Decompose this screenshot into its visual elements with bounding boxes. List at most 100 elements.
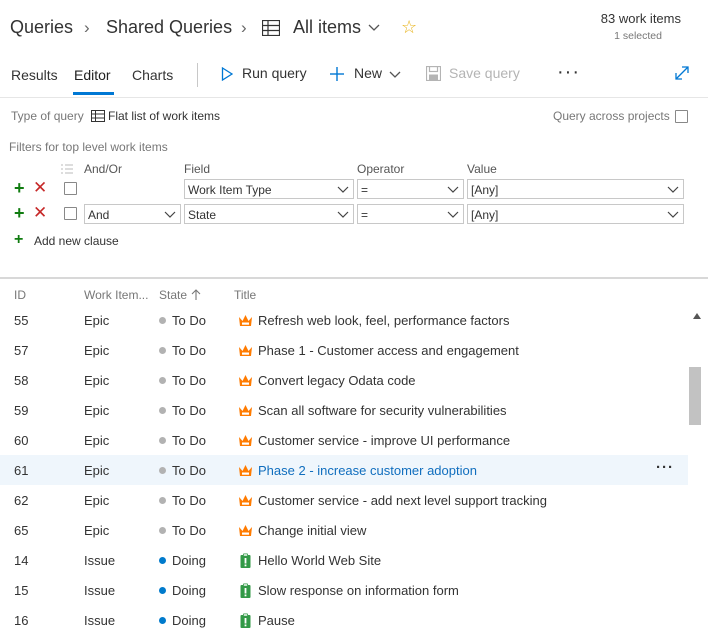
toolbar: Results Editor Charts Run query New Save… <box>0 56 708 96</box>
table-row[interactable]: 55 Epic To Do Refresh web look, feel, perfo… <box>0 305 688 335</box>
breadcrumb-queries[interactable]: Queries <box>10 17 73 38</box>
state-dot <box>159 377 166 384</box>
table-row[interactable]: 65 Epic To Do Change initial view <box>0 515 688 545</box>
clipboard-icon <box>238 553 253 568</box>
work-item-title[interactable]: Refresh web look, feel, performance fact… <box>258 313 509 328</box>
operator-select[interactable]: = <box>357 179 464 199</box>
more-actions-button[interactable]: ··· <box>557 61 580 84</box>
work-item-type: Issue <box>84 553 116 568</box>
remove-clause-icon[interactable]: ✕ <box>33 179 47 196</box>
tab-results[interactable]: Results <box>11 67 58 83</box>
clause-checkbox[interactable] <box>64 207 77 220</box>
value-select[interactable]: [Any] <box>467 179 684 199</box>
work-item-type: Epic <box>84 373 110 388</box>
work-item-title[interactable]: Hello World Web Site <box>258 553 381 568</box>
work-item-type-column-header[interactable]: Work Item... <box>84 288 148 302</box>
work-item-state: To Do <box>172 463 206 478</box>
work-item-state: To Do <box>172 403 206 418</box>
work-item-title[interactable]: Phase 2 - increase customer adoption <box>258 463 477 478</box>
crown-icon <box>238 463 253 478</box>
filters-title: Filters for top level work items <box>9 140 168 154</box>
work-item-title[interactable]: Slow response on information form <box>258 583 459 598</box>
work-item-title[interactable]: Scan all software for security vulnerabi… <box>258 403 507 418</box>
id-column-header[interactable]: ID <box>14 288 26 302</box>
run-query-label: Run query <box>242 65 307 81</box>
star-icon[interactable]: ☆ <box>401 17 417 38</box>
table-row[interactable]: 61 Epic To Do Phase 2 - increase customer a… <box>0 455 688 485</box>
scroll-up-icon[interactable] <box>693 313 701 319</box>
work-item-type: Epic <box>84 343 110 358</box>
field-select[interactable]: Work Item Type <box>184 179 354 199</box>
field-select[interactable]: State <box>184 204 354 224</box>
table-row[interactable]: 57 Epic To Do Phase 1 - Customer access and… <box>0 335 688 365</box>
work-item-type: Epic <box>84 403 110 418</box>
chevron-down-icon[interactable] <box>368 24 380 32</box>
title-column-header[interactable]: Title <box>234 288 256 302</box>
state-dot <box>159 317 166 324</box>
work-item-title[interactable]: Customer service - improve UI performanc… <box>258 433 510 448</box>
plus-icon <box>330 67 344 81</box>
table-row[interactable]: 14 Issue Doing Hello World Web Site <box>0 545 688 575</box>
toolbar-separator <box>0 97 708 98</box>
work-item-title[interactable]: Convert legacy Odata code <box>258 373 416 388</box>
table-row[interactable]: 60 Epic To Do Customer service - improve UI… <box>0 425 688 455</box>
remove-clause-icon[interactable]: ✕ <box>33 204 47 221</box>
tab-charts[interactable]: Charts <box>132 67 173 83</box>
work-item-id: 57 <box>14 343 29 358</box>
and-or-select[interactable]: And <box>84 204 181 224</box>
group-clauses-icon[interactable] <box>61 164 73 174</box>
scrollbar-thumb[interactable] <box>689 367 701 425</box>
operator-select[interactable]: = <box>357 204 464 224</box>
table-row[interactable]: 58 Epic To Do Convert legacy Odata code <box>0 365 688 395</box>
state-dot <box>159 467 166 474</box>
crown-icon <box>238 523 253 538</box>
work-item-title[interactable]: Change initial view <box>258 523 366 538</box>
state-dot <box>159 407 166 414</box>
row-more-actions-button[interactable]: ··· <box>656 459 674 476</box>
table-row[interactable]: 15 Issue Doing Slow response on information… <box>0 575 688 605</box>
value-select-value: [Any] <box>471 208 499 222</box>
query-type-label: Type of query <box>11 109 84 123</box>
query-type-selector[interactable]: Flat list of work items <box>108 109 220 123</box>
clause-checkbox[interactable] <box>64 182 77 195</box>
state-dot <box>159 557 166 564</box>
work-item-state: To Do <box>172 493 206 508</box>
work-item-title[interactable]: Phase 1 - Customer access and engagement <box>258 343 519 358</box>
work-item-state: Doing <box>172 613 206 628</box>
crown-icon <box>238 313 253 328</box>
field-select-value: Work Item Type <box>188 183 272 197</box>
work-item-title[interactable]: Pause <box>258 613 295 628</box>
tab-editor[interactable]: Editor <box>74 67 111 83</box>
crown-icon <box>238 373 253 388</box>
and-or-column-header: And/Or <box>84 162 123 176</box>
value-select[interactable]: [Any] <box>467 204 684 224</box>
operator-select-value: = <box>361 208 369 222</box>
insert-clause-icon[interactable]: + <box>14 204 25 222</box>
work-item-state: To Do <box>172 523 206 538</box>
crown-icon <box>238 403 253 418</box>
results-scrollbar[interactable] <box>688 305 708 636</box>
query-across-projects-checkbox[interactable] <box>675 110 688 123</box>
grid-icon[interactable] <box>91 110 105 122</box>
table-row[interactable]: 62 Epic To Do Customer service - add next l… <box>0 485 688 515</box>
work-item-type: Epic <box>84 523 110 538</box>
breadcrumb-shared-queries[interactable]: Shared Queries <box>106 17 232 38</box>
state-column-header[interactable]: State <box>159 288 187 302</box>
work-item-id: 65 <box>14 523 29 538</box>
work-item-id: 61 <box>14 463 29 478</box>
active-tab-indicator <box>73 92 114 95</box>
insert-clause-icon[interactable]: + <box>14 179 25 197</box>
work-item-state: Doing <box>172 553 206 568</box>
work-item-state: Doing <box>172 583 206 598</box>
work-item-title[interactable]: Customer service - add next level suppor… <box>258 493 547 508</box>
state-dot <box>159 347 166 354</box>
add-new-clause-label: Add new clause <box>34 234 119 248</box>
breadcrumb-current-query[interactable]: All items <box>293 17 361 38</box>
table-row[interactable]: 59 Epic To Do Scan all software for securit… <box>0 395 688 425</box>
header-bar: Queries › Shared Queries › All items ☆ 8… <box>0 0 708 56</box>
expand-icon[interactable] <box>674 65 690 81</box>
operator-select-value: = <box>361 183 369 197</box>
value-select-value: [Any] <box>471 183 499 197</box>
work-item-type: Epic <box>84 463 110 478</box>
table-row[interactable]: 16 Issue Doing Pause <box>0 605 688 635</box>
